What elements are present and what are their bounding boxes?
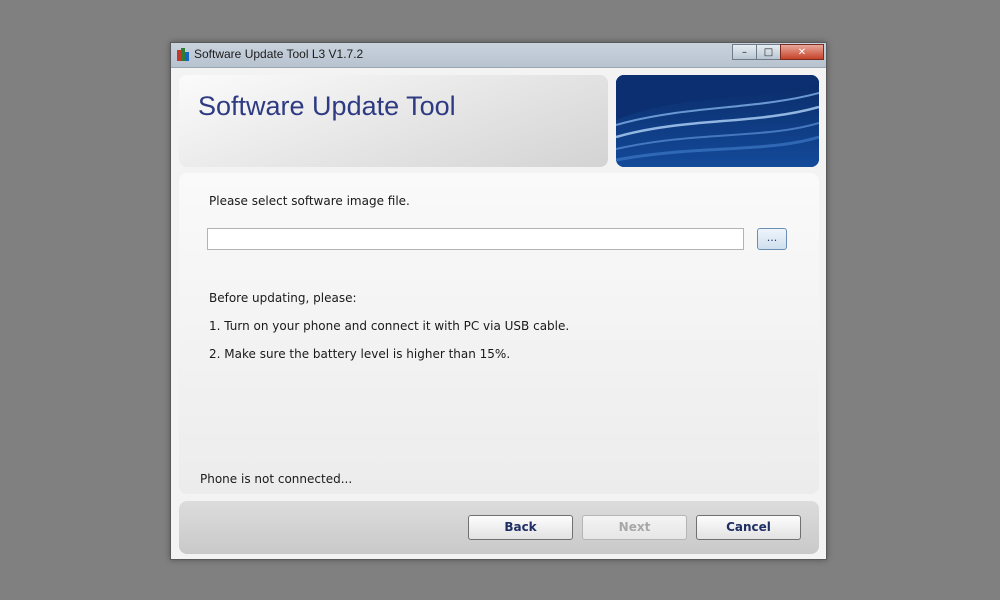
- cancel-button[interactable]: Cancel: [696, 515, 801, 540]
- instruction-step: 2. Make sure the battery level is higher…: [209, 347, 511, 361]
- content-panel: Please select software image file. ... B…: [179, 173, 819, 494]
- blue-wave-banner: [616, 75, 819, 167]
- next-button[interactable]: Next: [582, 515, 687, 540]
- connection-status: Phone is not connected...: [200, 472, 353, 486]
- page-title: Software Update Tool: [198, 91, 456, 121]
- instruction-step: 1. Turn on your phone and connect it wit…: [209, 319, 570, 333]
- maximize-button[interactable]: □: [756, 44, 781, 60]
- file-prompt: Please select software image file.: [209, 194, 410, 208]
- header-panel: Software Update Tool: [179, 75, 608, 167]
- window-title: Software Update Tool L3 V1.7.2: [194, 47, 364, 61]
- close-button[interactable]: ✕: [780, 44, 824, 60]
- minimize-button[interactable]: –: [732, 44, 757, 60]
- image-file-path-input[interactable]: [207, 228, 744, 250]
- instructions-heading: Before updating, please:: [209, 291, 357, 305]
- button-bar: Back Next Cancel: [179, 501, 819, 554]
- title-bar[interactable]: Software Update Tool L3 V1.7.2 – □ ✕: [171, 43, 826, 68]
- update-tool-window: Software Update Tool L3 V1.7.2 – □ ✕ Sof…: [170, 42, 827, 560]
- browse-button[interactable]: ...: [757, 228, 787, 250]
- window-controls: – □ ✕: [732, 44, 824, 61]
- back-button[interactable]: Back: [468, 515, 573, 540]
- app-icon: [176, 47, 190, 62]
